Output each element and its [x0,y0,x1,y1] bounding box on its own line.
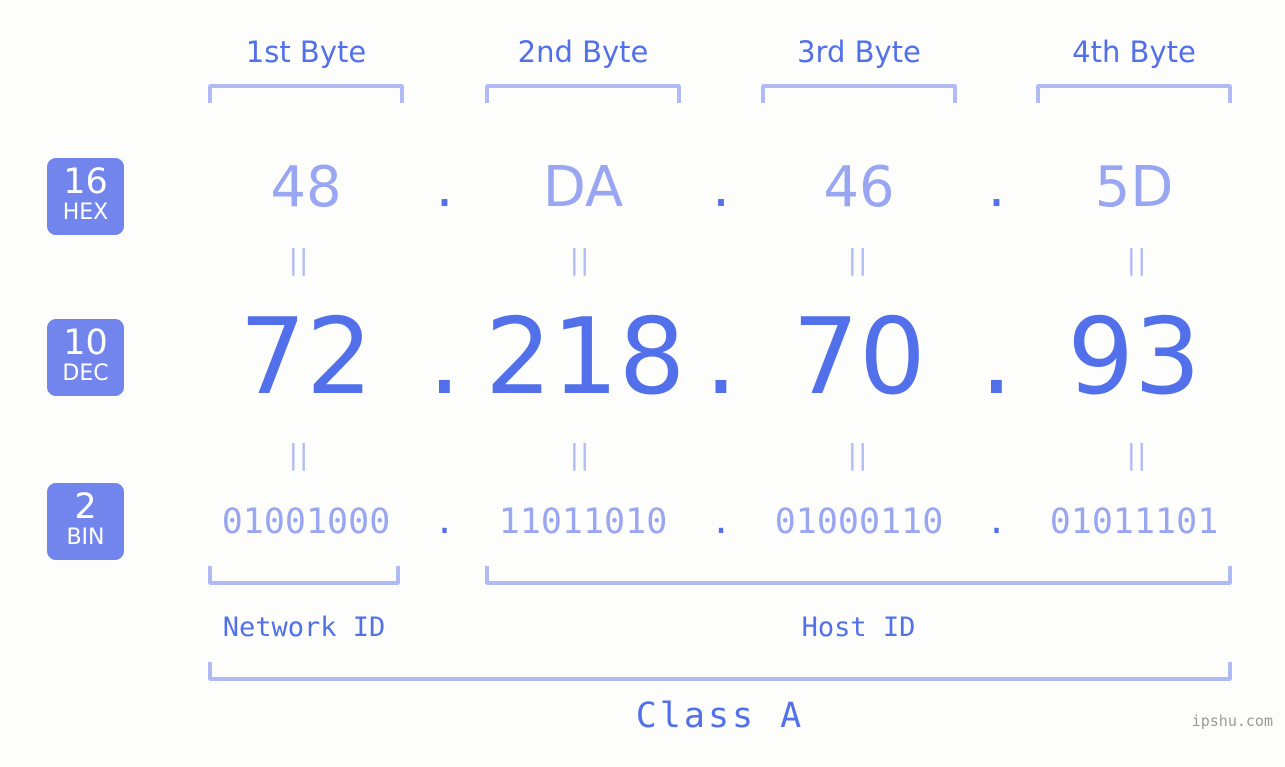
dec-separator-3: . [979,296,1014,418]
class-label: Class A [635,696,805,736]
bin-byte-2: 11011010 [498,502,668,542]
dec-byte-1: 72 [239,296,373,418]
byte-header-3: 3rd Byte [797,35,921,69]
byte-bracket-top-2 [485,84,681,103]
hex-separator-3: . [987,155,1006,220]
host-id-label: Host ID [801,612,916,643]
network-id-label: Network ID [222,612,386,643]
equals-mark-dec-bin-4: || [1126,438,1148,471]
bin-byte-1: 01001000 [221,502,391,542]
network-id-bracket [208,566,400,585]
byte-bracket-top-3 [761,84,957,103]
byte-header-4: 4th Byte [1072,35,1196,69]
class-bracket [208,662,1232,681]
hex-separator-2: . [712,155,730,220]
bin-byte-4: 01011101 [1049,502,1219,542]
hex-byte-4: 5D [1094,155,1174,220]
byte-header-1: 1st Byte [245,35,367,69]
host-id-bracket [485,566,1232,585]
hex-byte-3: 46 [823,155,895,220]
ip-address-breakdown-diagram: 1st Byte 2nd Byte 3rd Byte 4th Byte 16 H… [0,0,1285,767]
equals-mark-hex-dec-2: || [569,243,591,276]
hex-value-row: 48 . DA . 46 . 5D [0,152,1285,224]
byte-header-2: 2nd Byte [517,35,649,69]
byte-bracket-top-1 [208,84,404,103]
byte-bracket-top-4 [1036,84,1232,103]
bin-byte-3: 01000110 [774,502,944,542]
dec-byte-4: 93 [1067,296,1201,418]
equals-mark-dec-bin-2: || [569,438,591,471]
hex-byte-1: 48 [270,155,342,220]
watermark: ipshu.com [1191,712,1273,730]
equals-mark-hex-dec-3: || [847,243,869,276]
hex-byte-2: DA [542,155,624,220]
equals-mark-dec-bin-1: || [288,438,310,471]
dec-value-row: 72 . 218 . 70 . 93 [0,297,1285,417]
bin-separator-2: . [710,502,732,542]
bin-separator-1: . [433,502,456,542]
equals-mark-hex-dec-4: || [1126,243,1148,276]
dec-separator-2: . [704,296,738,418]
bin-value-row: 01001000 . 11011010 . 01000110 . 0101110… [0,498,1285,546]
equals-mark-dec-bin-3: || [847,438,869,471]
dec-byte-2: 218 [485,296,686,418]
equals-mark-hex-dec-1: || [288,243,310,276]
hex-separator-1: . [435,155,454,220]
dec-byte-3: 70 [792,296,926,418]
bin-separator-3: . [985,502,1008,542]
dec-separator-1: . [427,296,462,418]
